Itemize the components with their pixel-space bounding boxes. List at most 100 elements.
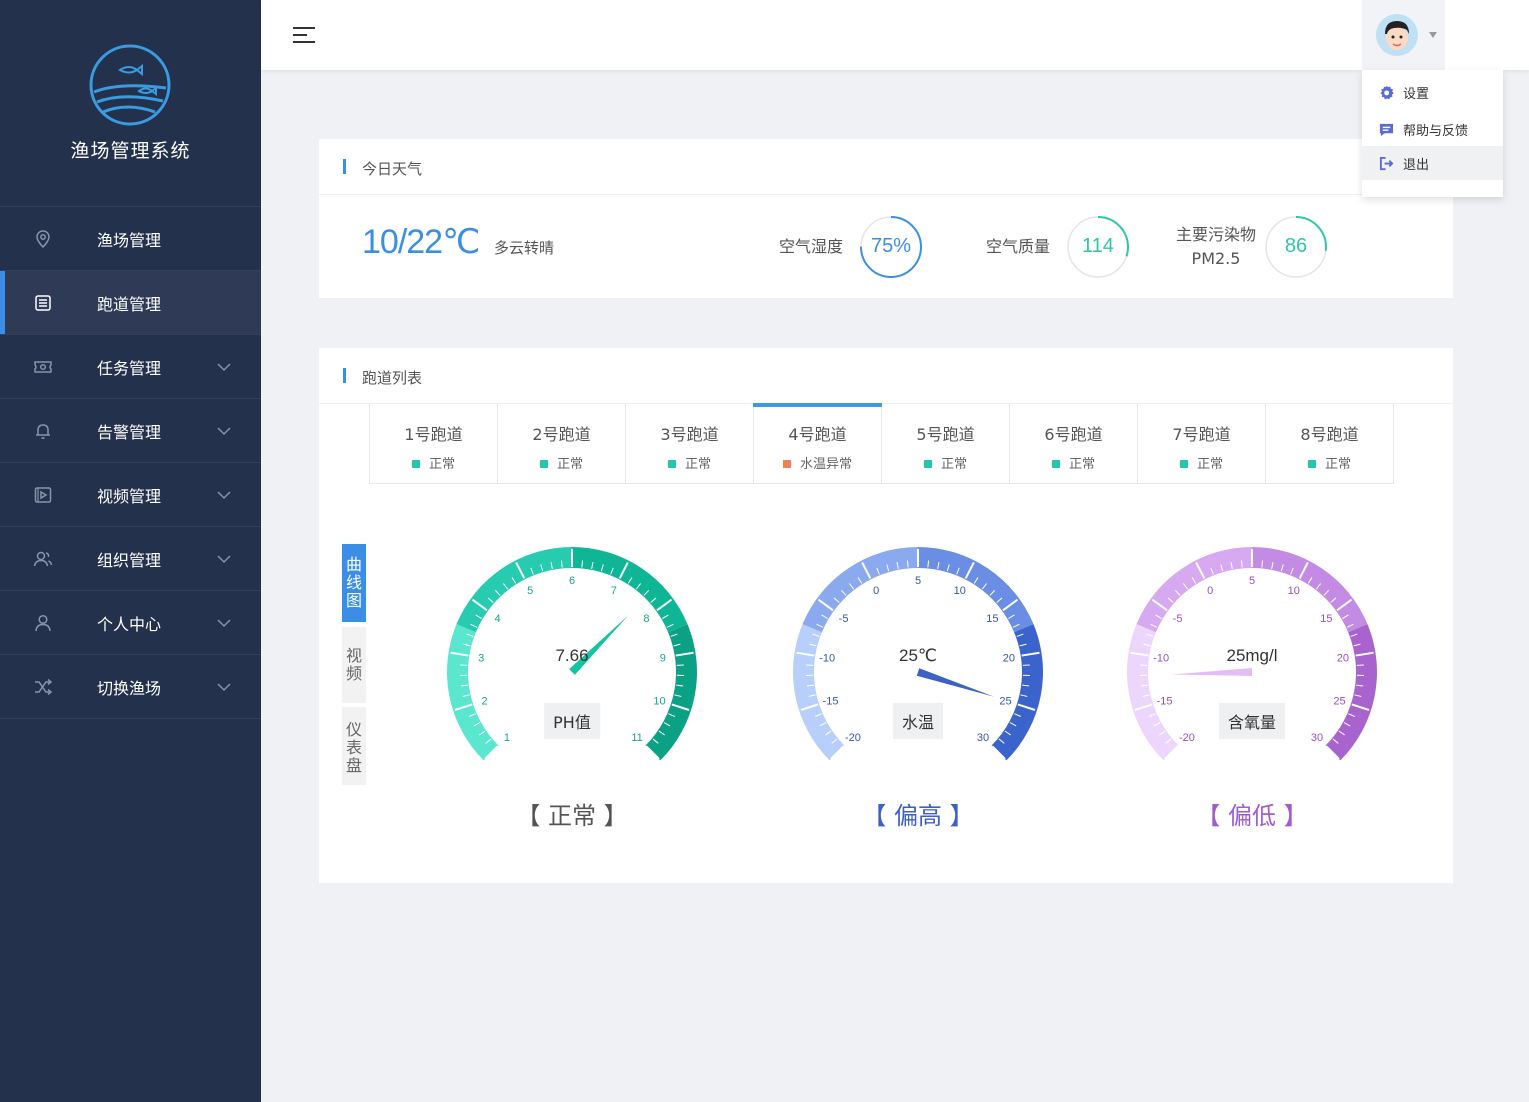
gauge-band bbox=[456, 547, 572, 633]
lane-status: 正常 bbox=[1010, 453, 1137, 472]
pollutant-label: 主要污染物 PM2.5 bbox=[1171, 223, 1261, 271]
status-dot bbox=[923, 460, 932, 468]
gauge-tick-label: -5 bbox=[1173, 613, 1183, 625]
lane-status-text: 正常 bbox=[684, 457, 711, 472]
user-avatar-button[interactable] bbox=[1362, 0, 1445, 70]
sidebar-item-4[interactable]: 告警管理 bbox=[0, 399, 261, 463]
lane-name: 2号跑道 bbox=[532, 425, 591, 444]
lane-tab-4[interactable]: 4号跑道 水温异常 bbox=[753, 403, 882, 483]
oxygen-gauge-value: 25mg/l bbox=[1226, 646, 1278, 665]
sidebar-item-label: 任务管理 bbox=[97, 358, 162, 378]
gear-icon bbox=[1380, 84, 1394, 99]
gauge-band bbox=[447, 624, 499, 761]
lane-tab-5[interactable]: 5号跑道正常 bbox=[882, 404, 1010, 483]
sidebar-item-5[interactable]: 视频管理 bbox=[0, 463, 261, 527]
weather-card: 今日天气 10/22℃ 多云转晴 空气湿度 75% 空气质量 114 主要污染物… bbox=[319, 139, 1453, 298]
sidebar-item-3[interactable]: 任务管理 bbox=[0, 335, 261, 399]
gauge-tick-label: 11 bbox=[631, 732, 642, 744]
weather-title: 今日天气 bbox=[362, 160, 423, 178]
status-dot bbox=[1051, 460, 1060, 468]
location-pin-icon bbox=[36, 229, 50, 248]
lane-tab-8[interactable]: 8号跑道正常 bbox=[1266, 404, 1393, 483]
ph-gauge: 1 2 3 4 5 6 7 8 9 10 11 7.66 PH值 【 正常 】 bbox=[437, 544, 707, 830]
gauge-band bbox=[1127, 624, 1179, 761]
lane-status: 正常 bbox=[1266, 453, 1393, 472]
sidebar-item-8[interactable]: 切换渔场 bbox=[0, 655, 261, 719]
menu-item-logout[interactable]: 退出 bbox=[1362, 146, 1503, 180]
status-dot bbox=[1179, 460, 1188, 468]
lane-name: 8号跑道 bbox=[1300, 425, 1359, 444]
shuffle-icon bbox=[35, 678, 53, 695]
sidebar-item-2[interactable]: 跑道管理 bbox=[0, 271, 261, 335]
user-icon bbox=[35, 614, 51, 631]
tab-dashboard[interactable]: 仪表盘 bbox=[342, 707, 366, 785]
chevron-down-icon bbox=[1429, 32, 1437, 38]
lane-status-text: 正常 bbox=[940, 457, 967, 472]
gauge-tick-label: 6 bbox=[569, 575, 575, 587]
lane-name: 3号跑道 bbox=[660, 425, 719, 444]
message-icon bbox=[1379, 123, 1394, 136]
gauge-band bbox=[802, 547, 918, 633]
sidebar-item-label: 组织管理 bbox=[97, 550, 162, 570]
water-temp-gauge: -20 -15 -10 -5 0 5 10 15 20 25 30 25℃ 水温 【 偏高 】 bbox=[783, 544, 1053, 830]
chevron-down-icon bbox=[217, 426, 231, 435]
oxygen-gauge: -20 -15 -10 -5 0 5 10 15 20 25 30 25mg/l 含氧量 【 偏低 … bbox=[1117, 544, 1387, 830]
sidebar-item-label: 个人中心 bbox=[97, 614, 162, 634]
lane-tab-6[interactable]: 6号跑道正常 bbox=[1010, 404, 1138, 483]
app-name: 渔场管理系统 bbox=[70, 140, 191, 162]
users-icon bbox=[33, 551, 53, 566]
gauge-tick bbox=[1240, 560, 1243, 568]
lane-name: 7号跑道 bbox=[1172, 425, 1231, 444]
chevron-down-icon bbox=[217, 554, 231, 563]
gauge-tick-label: 4 bbox=[495, 613, 501, 625]
gauge-band bbox=[918, 547, 1034, 633]
gauge-tick-label: 30 bbox=[1311, 732, 1323, 744]
gauge-needle bbox=[916, 668, 995, 697]
ph-gauge-name: PH值 bbox=[544, 703, 600, 739]
gauge-tick-label: 1 bbox=[504, 732, 510, 744]
chevron-down-icon bbox=[217, 362, 231, 371]
tab-video[interactable]: 视频 bbox=[342, 627, 366, 703]
gauge-tick-label: -5 bbox=[839, 613, 849, 625]
pollutant-label-line1: 主要污染物 bbox=[1175, 225, 1256, 244]
gauge-tick-label: 0 bbox=[1207, 585, 1213, 597]
tab-curve-chart[interactable]: 曲线图 bbox=[342, 544, 366, 622]
sidebar-item-label: 渔场管理 bbox=[97, 230, 162, 250]
sidebar: 渔场管理系统 渔场管理跑道管理任务管理告警管理 视频管理组织管理个人中心切换渔场 bbox=[0, 0, 261, 1102]
sidebar-item-7[interactable]: 个人中心 bbox=[0, 591, 261, 655]
lane-tab-7[interactable]: 7号跑道 正常 bbox=[1138, 404, 1266, 483]
menu-item-help-feedback[interactable]: 帮助与反馈 bbox=[1362, 112, 1503, 146]
air-quality-label: 空气质量 bbox=[986, 237, 1051, 256]
lane-tab-2[interactable]: 2号跑道 正常 bbox=[498, 404, 626, 483]
lane-tab-3[interactable]: 3号跑道正常 bbox=[626, 404, 754, 483]
gauge-tick-label: 10 bbox=[653, 695, 665, 707]
lane-name: 6号跑道 bbox=[1044, 425, 1103, 444]
bell-icon bbox=[36, 423, 50, 439]
oxygen-gauge-dial: -20-15-10-5051015202530 bbox=[1127, 547, 1377, 761]
hamburger-menu-icon[interactable] bbox=[293, 26, 315, 44]
oxygen-gauge-name: 含氧量 bbox=[1218, 703, 1286, 739]
gauge-needle bbox=[1172, 668, 1253, 676]
lane-status: 水温异常 bbox=[754, 453, 881, 472]
weather-condition: 多云转晴 bbox=[494, 239, 555, 257]
humidity-label: 空气湿度 bbox=[779, 237, 844, 256]
menu-item-settings[interactable]: 设置 bbox=[1362, 75, 1503, 109]
chevron-down-icon bbox=[217, 682, 231, 691]
lane-status-text: 正常 bbox=[1324, 457, 1351, 472]
pollutant-value: 86 bbox=[1284, 235, 1308, 257]
gauge-tick-label: 15 bbox=[986, 613, 998, 625]
status-dot bbox=[667, 460, 676, 468]
help-feedback-label: 帮助与反馈 bbox=[1403, 123, 1469, 139]
video-icon bbox=[34, 486, 52, 503]
gauge-tick-label: 2 bbox=[481, 695, 487, 707]
lane-name: 5号跑道 bbox=[916, 425, 975, 444]
gauge-band bbox=[1252, 547, 1368, 633]
lane-tab-1[interactable]: 1号跑道 正常 bbox=[370, 404, 498, 483]
sidebar-item-1[interactable]: 渔场管理 bbox=[0, 207, 261, 271]
gauge-tick bbox=[906, 560, 909, 568]
sidebar-item-6[interactable]: 组织管理 bbox=[0, 527, 261, 591]
gauge-tick-label: -20 bbox=[845, 732, 861, 744]
gauge-tick-label: 10 bbox=[1288, 585, 1300, 597]
lane-status-text: 正常 bbox=[1068, 457, 1095, 472]
lanes-card: 跑道列表 1号跑道 正常 2号跑道 正常 3号跑道 正常 4号跑道 水温异常 5号跑道 正常 6号跑… bbox=[319, 348, 1453, 883]
